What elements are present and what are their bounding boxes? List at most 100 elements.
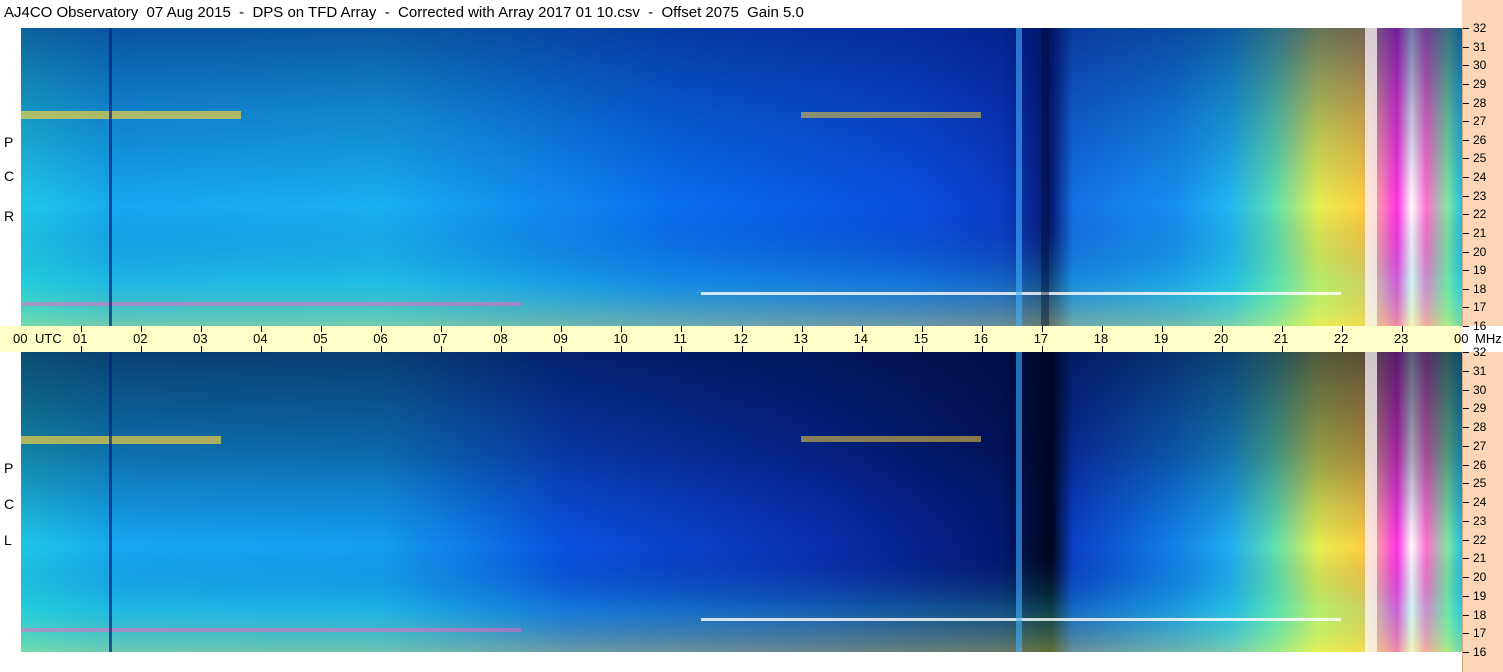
hour-label: 02 (133, 331, 148, 346)
freq-label: 29 (1473, 401, 1487, 416)
hour-label: 16 (973, 331, 989, 346)
freq-label: 26 (1473, 132, 1487, 147)
hour-label: 23 (1393, 331, 1409, 346)
hour-label: 06 (373, 331, 388, 346)
freq-label: 32 (1473, 21, 1487, 35)
freq-axis-bottom: 32 31 30 29 28 27 26 25 24 23 22 21 20 19 18 17 16 (1462, 346, 1503, 672)
freq-label: 29 (1473, 76, 1487, 91)
lcp-spectrogram[interactable] (21, 352, 1462, 652)
hour-label: 14 (853, 331, 869, 346)
freq-tick (1463, 195, 1469, 197)
freq-label: 24 (1473, 170, 1487, 184)
window-title: AJ4CO Observatory 07 Aug 2015 - DPS on T… (4, 4, 804, 21)
freq-tick (1463, 539, 1469, 541)
bottom-margin (0, 652, 1462, 672)
freq-tick (1463, 520, 1469, 522)
freq-label: 21 (1473, 551, 1487, 566)
freq-label: 17 (1473, 626, 1487, 641)
hour-label: 12 (733, 331, 748, 346)
freq-tick (1463, 408, 1469, 410)
freq-tick (1463, 652, 1469, 653)
freq-tick (1463, 139, 1469, 141)
freq-tick (1463, 427, 1469, 428)
freq-unit-label: MHz (1475, 331, 1502, 346)
freq-tick (1463, 65, 1469, 67)
freq-tick (1463, 389, 1469, 391)
freq-label: 17 (1473, 300, 1487, 315)
freq-label: 26 (1473, 457, 1487, 472)
freq-label: 18 (1473, 607, 1487, 622)
freq-label: 19 (1473, 263, 1487, 278)
freq-tick (1463, 270, 1469, 272)
hour-label: 10 (613, 331, 628, 346)
polarization-letter-p: P (4, 134, 14, 150)
hour-label: 22 (1333, 331, 1349, 346)
freq-label: 23 (1473, 188, 1487, 203)
freq-tick (1463, 326, 1469, 327)
freq-tick (1463, 502, 1469, 503)
freq-label: 30 (1473, 58, 1487, 73)
hour-label: 03 (193, 331, 208, 346)
freq-label: 22 (1473, 207, 1487, 222)
hour-label: 17 (1033, 331, 1049, 346)
freq-label: 28 (1473, 95, 1487, 110)
freq-axis-top: 32 31 30 29 28 27 26 25 24 23 22 21 20 19 18 17 16 (1462, 22, 1503, 332)
time-start-label: 00 (13, 331, 28, 346)
freq-label: 20 (1473, 570, 1487, 584)
freq-label: 25 (1473, 151, 1487, 166)
hour-label: 05 (313, 331, 328, 346)
hour-label: 18 (1093, 331, 1109, 346)
freq-tick (1463, 370, 1469, 372)
time-unit-label: UTC (35, 331, 62, 346)
freq-tick (1463, 214, 1469, 216)
hour-label: 07 (433, 331, 448, 346)
freq-label: 25 (1473, 476, 1487, 491)
freq-tick (1463, 177, 1469, 178)
freq-label: 24 (1473, 495, 1487, 509)
freq-tick (1463, 352, 1469, 353)
freq-label: 28 (1473, 420, 1487, 434)
freq-label: 23 (1473, 513, 1487, 528)
freq-tick (1463, 121, 1469, 123)
freq-label: 18 (1473, 281, 1487, 296)
hour-label: 13 (793, 331, 808, 346)
hour-label: 21 (1273, 331, 1289, 346)
freq-label: 32 (1473, 345, 1487, 359)
hour-label: 09 (553, 331, 568, 346)
time-end-label: 00 (1454, 331, 1469, 346)
polarization-letter-r: R (4, 208, 15, 224)
freq-label: 27 (1473, 438, 1487, 453)
freq-tick (1463, 558, 1469, 560)
freq-label: 27 (1473, 114, 1487, 129)
polarization-letter-l: L (4, 532, 12, 548)
freq-tick (1463, 464, 1469, 466)
freq-label: 16 (1473, 645, 1487, 659)
polarization-letter-c: C (4, 496, 15, 512)
freq-tick (1463, 445, 1469, 447)
freq-label: 31 (1473, 39, 1487, 54)
freq-label: 20 (1473, 244, 1487, 259)
freq-tick (1463, 251, 1469, 253)
freq-tick (1463, 307, 1469, 309)
hour-label: 04 (253, 331, 268, 346)
freq-label: 19 (1473, 588, 1487, 603)
freq-tick (1463, 46, 1469, 48)
lcp-label-strip: L C P (0, 352, 21, 652)
polarization-letter-p: P (4, 460, 14, 476)
freq-tick (1463, 614, 1469, 616)
freq-tick (1463, 483, 1469, 485)
freq-label: 31 (1473, 363, 1487, 378)
hour-label: 08 (493, 331, 508, 346)
freq-tick (1463, 102, 1469, 104)
freq-label: 21 (1473, 225, 1487, 240)
freq-tick (1463, 288, 1469, 290)
freq-tick (1463, 633, 1469, 635)
freq-tick (1463, 232, 1469, 234)
lcp-spectrogram-image (21, 352, 1462, 652)
freq-tick (1463, 595, 1469, 597)
rcp-spectrogram[interactable] (21, 28, 1462, 326)
freq-tick (1463, 28, 1469, 29)
freq-label: 30 (1473, 382, 1487, 397)
rcp-spectrogram-image (21, 28, 1462, 326)
freq-tick (1463, 158, 1469, 160)
